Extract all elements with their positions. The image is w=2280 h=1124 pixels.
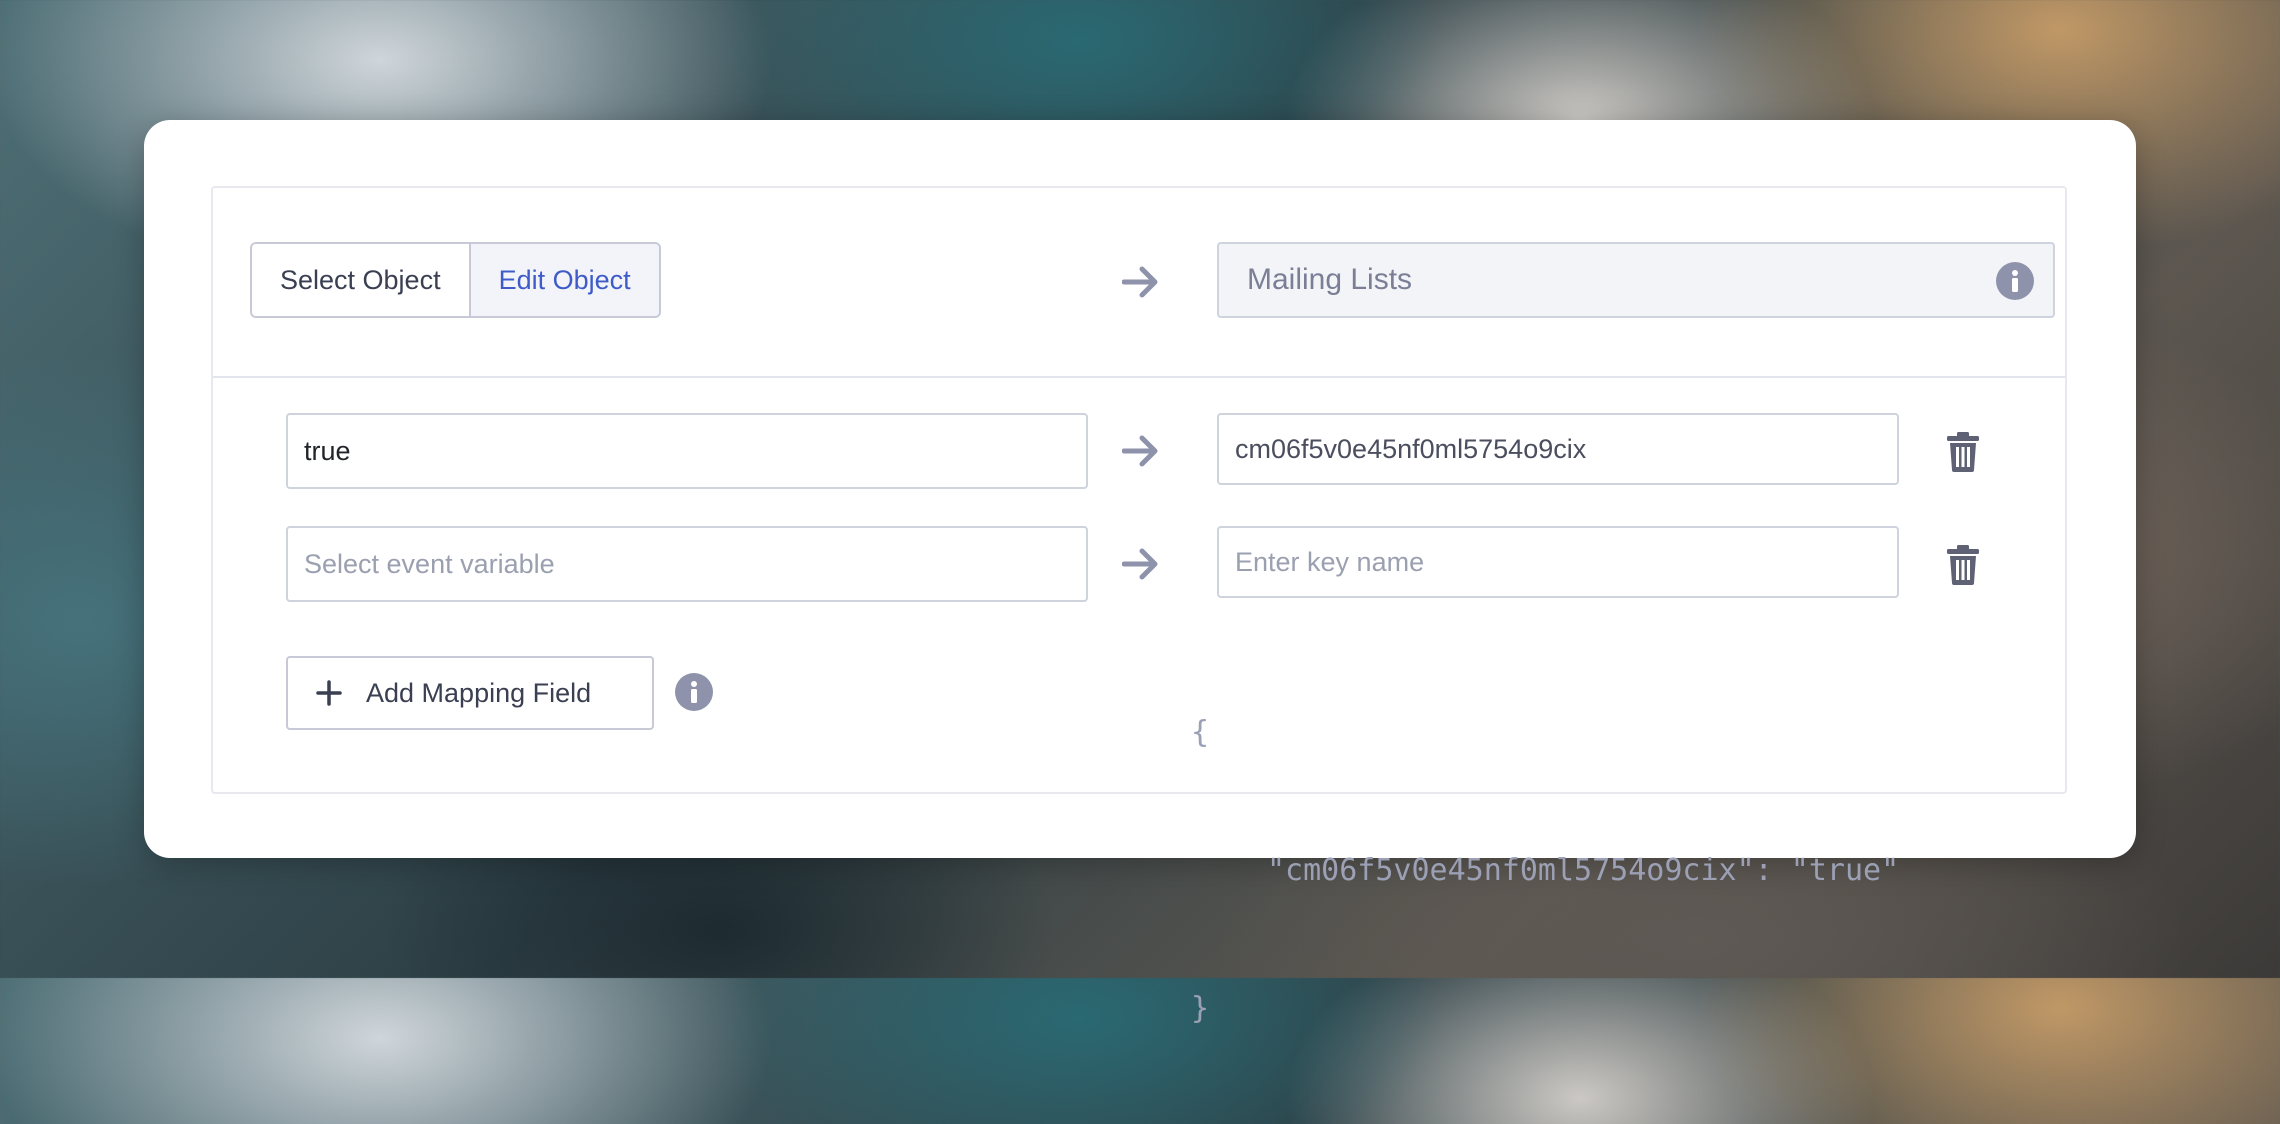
select-object-button[interactable]: Select Object xyxy=(252,244,469,316)
json-entry: "cm06f5v0e45nf0ml5754o9cix": "true" xyxy=(1267,853,1900,888)
json-preview: { "cm06f5v0e45nf0ml5754o9cix": "true" } xyxy=(1191,618,1899,1124)
add-mapping-field-label: Add Mapping Field xyxy=(366,677,592,708)
target-object-field[interactable]: Mailing Lists xyxy=(1217,242,2055,318)
arrow-right-icon xyxy=(1121,431,1161,471)
key-name-value: cm06f5v0e45nf0ml5754o9cix xyxy=(1235,433,1587,464)
event-variable-input[interactable]: Select event variable xyxy=(286,526,1088,602)
json-open-brace: { xyxy=(1191,715,1210,750)
arrow-right-icon xyxy=(1121,544,1161,584)
event-variable-value: true xyxy=(304,435,351,466)
trash-icon[interactable] xyxy=(1945,432,1981,472)
event-variable-input[interactable]: true xyxy=(286,413,1088,489)
key-name-input[interactable]: Enter key name xyxy=(1217,526,1899,598)
divider xyxy=(213,376,2065,378)
mapping-card: Select Object Edit Object Mailing Lists … xyxy=(144,120,2136,1026)
mapping-panel: Select Object Edit Object Mailing Lists … xyxy=(211,186,2067,1026)
event-variable-placeholder: Select event variable xyxy=(304,548,555,579)
info-icon[interactable] xyxy=(675,673,713,711)
edit-object-button[interactable]: Edit Object xyxy=(468,244,659,316)
info-icon[interactable] xyxy=(1996,262,2034,300)
key-name-input[interactable]: cm06f5v0e45nf0ml5754o9cix xyxy=(1217,413,1899,485)
object-mode-toggle: Select Object Edit Object xyxy=(250,242,661,318)
trash-icon[interactable] xyxy=(1945,545,1981,585)
arrow-right-icon xyxy=(1121,262,1161,302)
add-mapping-field-button[interactable]: Add Mapping Field xyxy=(286,656,654,730)
plus-icon xyxy=(316,680,342,706)
key-name-placeholder: Enter key name xyxy=(1235,546,1425,577)
json-close-brace: } xyxy=(1191,991,1210,1026)
target-object-value: Mailing Lists xyxy=(1247,263,1413,296)
